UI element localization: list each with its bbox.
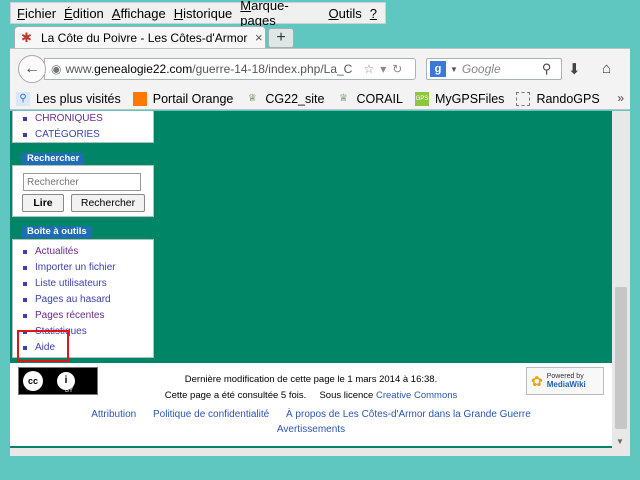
dropdown-arrow-icon[interactable]: ▾ xyxy=(380,62,386,76)
browser-tab[interactable]: ✱ La Côte du Poivre - Les Côtes-d'Armor … xyxy=(14,26,266,48)
bullet xyxy=(23,266,27,270)
link-chroniques[interactable]: CHRONIQUES xyxy=(23,111,153,127)
page-viewport: CHRONIQUES CATÉGORIES Rechercher Lire Re… xyxy=(10,111,612,448)
footer-link-about[interactable]: À propos de Les Côtes-d'Armor dans la Gr… xyxy=(286,409,531,420)
footer-link-privacy[interactable]: Politique de confidentialité xyxy=(153,409,269,420)
footer-link-disclaimers[interactable]: Avertissements xyxy=(277,424,345,435)
globe-icon: ◉ xyxy=(51,62,62,76)
link-categories[interactable]: CATÉGORIES xyxy=(23,127,153,143)
view-count-licence: Cette page a été consultée 5 fois. Sous … xyxy=(10,390,612,401)
gps-icon: GPS xyxy=(414,91,429,106)
bullet xyxy=(23,298,27,302)
bookmarks-toolbar: ⚲ Les plus visités Portail Orange ♕ CG22… xyxy=(10,88,630,110)
last-modified-text: Dernière modification de cette page le 1… xyxy=(184,374,438,385)
go-button[interactable]: Lire xyxy=(22,194,64,212)
page-icon xyxy=(516,91,531,106)
bookmark-randogps[interactable]: RandoGPS xyxy=(516,91,600,106)
url-bar[interactable]: ◉ www.genealogie22.com/guerre-14-18/inde… xyxy=(44,58,416,80)
back-arrow-icon: ← xyxy=(24,60,40,77)
tab-title: La Côte du Poivre - Les Côtes-d'Armor d.… xyxy=(41,30,251,45)
link-pages-recentes[interactable]: Pages récentes xyxy=(23,308,153,324)
orange-icon xyxy=(132,91,147,106)
menu-marque-pages[interactable]: Marque-pages xyxy=(240,0,320,28)
google-logo-icon[interactable]: g xyxy=(430,61,446,77)
home-icon[interactable]: ⌂ xyxy=(602,60,611,77)
footer-link-attribution[interactable]: Attribution xyxy=(91,409,136,420)
crest-icon: ♕ xyxy=(247,92,257,104)
bookmark-mygpsfiles[interactable]: GPS MyGPSFiles xyxy=(414,91,504,106)
search-icon: ⚲ xyxy=(16,91,30,106)
menu-outils[interactable]: Outils xyxy=(329,6,362,21)
magnifier-icon[interactable]: ⚲ xyxy=(542,61,552,77)
bullet xyxy=(23,133,27,137)
more-bookmarks-chevron-icon[interactable]: » xyxy=(617,91,624,105)
bookmark-star-icon[interactable]: ☆ xyxy=(363,62,374,76)
scrollbar-thumb[interactable] xyxy=(615,287,627,429)
new-tab-button[interactable]: + xyxy=(268,28,294,48)
close-tab-icon[interactable]: × xyxy=(255,30,263,45)
bookmark-les-plus-visites[interactable]: ⚲ Les plus visités xyxy=(16,91,121,106)
red-highlight-box xyxy=(17,330,69,362)
link-importer-un-fichier[interactable]: Importer un fichier xyxy=(23,260,153,276)
licence-link[interactable]: Creative Commons xyxy=(376,390,457,401)
url-text[interactable]: www.genealogie22.com/guerre-14-18/index.… xyxy=(65,62,357,76)
bullet xyxy=(23,117,27,121)
navigation-portlet: CHRONIQUES CATÉGORIES xyxy=(12,111,154,143)
licence-prefix: Sous licence xyxy=(319,390,374,401)
toolbox-portlet-title: Boîte à outils xyxy=(22,226,92,238)
bookmark-portail-orange[interactable]: Portail Orange xyxy=(132,91,233,106)
back-button[interactable]: ← xyxy=(18,55,46,83)
crest-icon: ♕ xyxy=(338,92,348,104)
menu-fichier[interactable]: Fichier xyxy=(17,6,56,21)
page-bottom-edge xyxy=(10,448,630,456)
site-favicon-icon: ✱ xyxy=(21,29,32,45)
wiki-search-input[interactable] xyxy=(23,173,141,191)
bullet xyxy=(23,250,27,254)
footer-links: Attribution Politique de confidentialité… xyxy=(10,407,612,437)
bullet xyxy=(23,282,27,286)
link-actualites[interactable]: Actualités xyxy=(23,244,153,260)
reload-icon[interactable]: ↻ xyxy=(392,62,402,76)
link-pages-au-hasard[interactable]: Pages au hasard xyxy=(23,292,153,308)
search-placeholder[interactable]: Google xyxy=(462,62,542,76)
search-portlet-title: Rechercher xyxy=(22,153,85,165)
search-box[interactable]: g ▼ Google ⚲ xyxy=(426,58,562,80)
menu-historique[interactable]: Historique xyxy=(174,6,233,21)
menu-aide[interactable]: ? xyxy=(370,6,377,21)
menu-bar: Fichier Édition Affichage Historique Mar… xyxy=(10,0,386,28)
download-icon[interactable]: ⬇ xyxy=(568,60,581,78)
search-button[interactable]: Rechercher xyxy=(71,194,145,212)
menu-affichage[interactable]: Affichage xyxy=(112,6,166,21)
search-portlet: Lire Rechercher xyxy=(12,165,154,217)
navigation-toolbar: ◉ www.genealogie22.com/guerre-14-18/inde… xyxy=(10,48,630,88)
link-liste-utilisateurs[interactable]: Liste utilisateurs xyxy=(23,276,153,292)
content-area xyxy=(154,111,612,363)
bookmark-cg22-site[interactable]: ♕ CG22_site xyxy=(245,92,325,106)
menu-edition[interactable]: Édition xyxy=(64,6,104,21)
scroll-down-arrow-icon[interactable]: ▼ xyxy=(616,437,624,446)
search-engine-dropdown-icon[interactable]: ▼ xyxy=(450,65,458,74)
view-count-text: Cette page a été consultée 5 fois. xyxy=(164,390,307,401)
bullet xyxy=(23,314,27,318)
vertical-scrollbar[interactable]: ▼ xyxy=(612,111,630,448)
page-footer: cc i BY ✿ Powered by MediaWiki Dernière m… xyxy=(10,363,612,448)
bookmark-corail[interactable]: ♕ CORAIL xyxy=(336,92,403,106)
